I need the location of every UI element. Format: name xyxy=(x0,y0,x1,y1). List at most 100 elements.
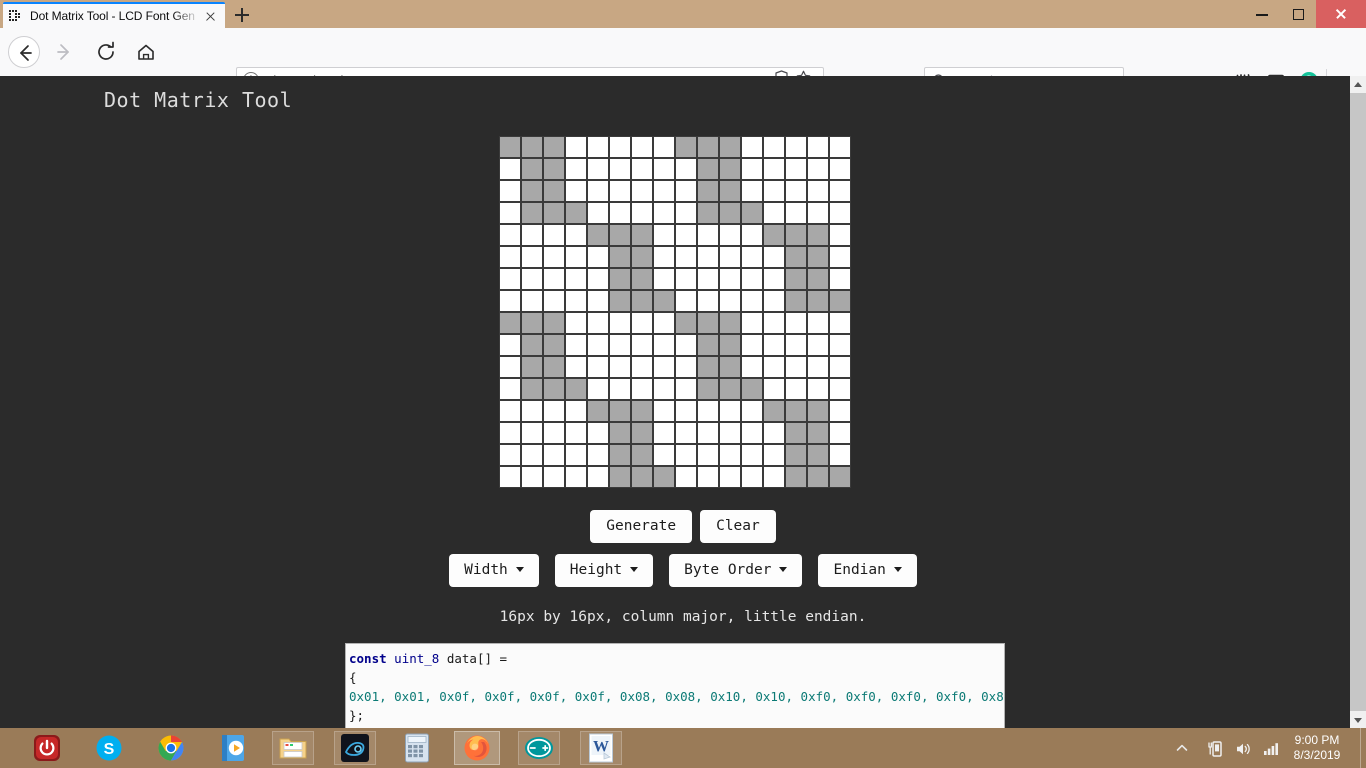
matrix-cell-11-8[interactable] xyxy=(675,378,697,400)
matrix-cell-2-11[interactable] xyxy=(741,180,763,202)
matrix-cell-0-3[interactable] xyxy=(565,136,587,158)
matrix-cell-3-14[interactable] xyxy=(807,202,829,224)
matrix-cell-12-9[interactable] xyxy=(697,400,719,422)
matrix-cell-10-13[interactable] xyxy=(785,356,807,378)
tab-close-icon[interactable] xyxy=(202,8,219,25)
matrix-cell-4-5[interactable] xyxy=(609,224,631,246)
matrix-cell-9-8[interactable] xyxy=(675,334,697,356)
matrix-cell-15-1[interactable] xyxy=(521,466,543,488)
matrix-cell-14-15[interactable] xyxy=(829,444,851,466)
matrix-cell-4-15[interactable] xyxy=(829,224,851,246)
matrix-cell-11-14[interactable] xyxy=(807,378,829,400)
matrix-cell-14-3[interactable] xyxy=(565,444,587,466)
matrix-cell-14-9[interactable] xyxy=(697,444,719,466)
matrix-cell-7-11[interactable] xyxy=(741,290,763,312)
matrix-cell-9-4[interactable] xyxy=(587,334,609,356)
matrix-cell-15-4[interactable] xyxy=(587,466,609,488)
matrix-cell-10-6[interactable] xyxy=(631,356,653,378)
matrix-cell-12-5[interactable] xyxy=(609,400,631,422)
matrix-cell-12-1[interactable] xyxy=(521,400,543,422)
matrix-cell-9-1[interactable] xyxy=(521,334,543,356)
matrix-cell-13-10[interactable] xyxy=(719,422,741,444)
matrix-cell-11-2[interactable] xyxy=(543,378,565,400)
matrix-cell-2-13[interactable] xyxy=(785,180,807,202)
matrix-cell-3-5[interactable] xyxy=(609,202,631,224)
height-button[interactable]: Height xyxy=(555,554,653,587)
matrix-cell-14-2[interactable] xyxy=(543,444,565,466)
matrix-cell-1-1[interactable] xyxy=(521,158,543,180)
matrix-cell-1-2[interactable] xyxy=(543,158,565,180)
matrix-cell-12-6[interactable] xyxy=(631,400,653,422)
matrix-cell-2-3[interactable] xyxy=(565,180,587,202)
matrix-cell-10-5[interactable] xyxy=(609,356,631,378)
matrix-cell-9-3[interactable] xyxy=(565,334,587,356)
matrix-cell-8-4[interactable] xyxy=(587,312,609,334)
matrix-cell-15-7[interactable] xyxy=(653,466,675,488)
matrix-cell-7-5[interactable] xyxy=(609,290,631,312)
home-icon[interactable] xyxy=(130,36,162,68)
matrix-cell-2-0[interactable] xyxy=(499,180,521,202)
matrix-cell-5-2[interactable] xyxy=(543,246,565,268)
matrix-cell-1-10[interactable] xyxy=(719,158,741,180)
matrix-cell-2-10[interactable] xyxy=(719,180,741,202)
matrix-cell-6-8[interactable] xyxy=(675,268,697,290)
matrix-cell-10-0[interactable] xyxy=(499,356,521,378)
matrix-cell-12-7[interactable] xyxy=(653,400,675,422)
window-close-button[interactable] xyxy=(1316,0,1366,28)
taskbar-item-arduino[interactable] xyxy=(518,731,560,765)
matrix-cell-6-9[interactable] xyxy=(697,268,719,290)
matrix-cell-5-1[interactable] xyxy=(521,246,543,268)
matrix-cell-5-0[interactable] xyxy=(499,246,521,268)
matrix-cell-11-15[interactable] xyxy=(829,378,851,400)
matrix-cell-11-4[interactable] xyxy=(587,378,609,400)
matrix-cell-10-9[interactable] xyxy=(697,356,719,378)
matrix-cell-11-9[interactable] xyxy=(697,378,719,400)
matrix-cell-15-14[interactable] xyxy=(807,466,829,488)
matrix-cell-2-15[interactable] xyxy=(829,180,851,202)
matrix-cell-4-4[interactable] xyxy=(587,224,609,246)
matrix-cell-12-14[interactable] xyxy=(807,400,829,422)
matrix-cell-0-10[interactable] xyxy=(719,136,741,158)
matrix-cell-13-13[interactable] xyxy=(785,422,807,444)
matrix-cell-10-8[interactable] xyxy=(675,356,697,378)
matrix-cell-14-7[interactable] xyxy=(653,444,675,466)
page-scrollbar[interactable] xyxy=(1350,76,1366,728)
matrix-cell-13-0[interactable] xyxy=(499,422,521,444)
matrix-cell-9-15[interactable] xyxy=(829,334,851,356)
matrix-cell-14-8[interactable] xyxy=(675,444,697,466)
matrix-cell-8-2[interactable] xyxy=(543,312,565,334)
matrix-cell-15-15[interactable] xyxy=(829,466,851,488)
taskbar-item-chrome[interactable] xyxy=(150,731,192,765)
matrix-cell-8-0[interactable] xyxy=(499,312,521,334)
matrix-cell-3-1[interactable] xyxy=(521,202,543,224)
matrix-cell-10-3[interactable] xyxy=(565,356,587,378)
matrix-cell-3-7[interactable] xyxy=(653,202,675,224)
matrix-cell-13-5[interactable] xyxy=(609,422,631,444)
matrix-cell-10-10[interactable] xyxy=(719,356,741,378)
matrix-cell-5-5[interactable] xyxy=(609,246,631,268)
matrix-cell-8-8[interactable] xyxy=(675,312,697,334)
byte-order-button[interactable]: Byte Order xyxy=(669,554,802,587)
matrix-cell-0-4[interactable] xyxy=(587,136,609,158)
matrix-cell-12-10[interactable] xyxy=(719,400,741,422)
matrix-cell-0-14[interactable] xyxy=(807,136,829,158)
matrix-cell-0-11[interactable] xyxy=(741,136,763,158)
matrix-cell-13-3[interactable] xyxy=(565,422,587,444)
matrix-cell-8-7[interactable] xyxy=(653,312,675,334)
matrix-cell-0-5[interactable] xyxy=(609,136,631,158)
matrix-cell-15-8[interactable] xyxy=(675,466,697,488)
matrix-cell-2-14[interactable] xyxy=(807,180,829,202)
matrix-cell-3-15[interactable] xyxy=(829,202,851,224)
matrix-cell-14-12[interactable] xyxy=(763,444,785,466)
matrix-cell-3-8[interactable] xyxy=(675,202,697,224)
matrix-cell-4-1[interactable] xyxy=(521,224,543,246)
matrix-cell-11-6[interactable] xyxy=(631,378,653,400)
network-icon[interactable] xyxy=(1206,740,1224,763)
matrix-cell-14-6[interactable] xyxy=(631,444,653,466)
matrix-cell-2-5[interactable] xyxy=(609,180,631,202)
dot-matrix-grid[interactable] xyxy=(499,136,851,488)
matrix-cell-15-9[interactable] xyxy=(697,466,719,488)
matrix-cell-8-14[interactable] xyxy=(807,312,829,334)
matrix-cell-10-11[interactable] xyxy=(741,356,763,378)
matrix-cell-5-6[interactable] xyxy=(631,246,653,268)
